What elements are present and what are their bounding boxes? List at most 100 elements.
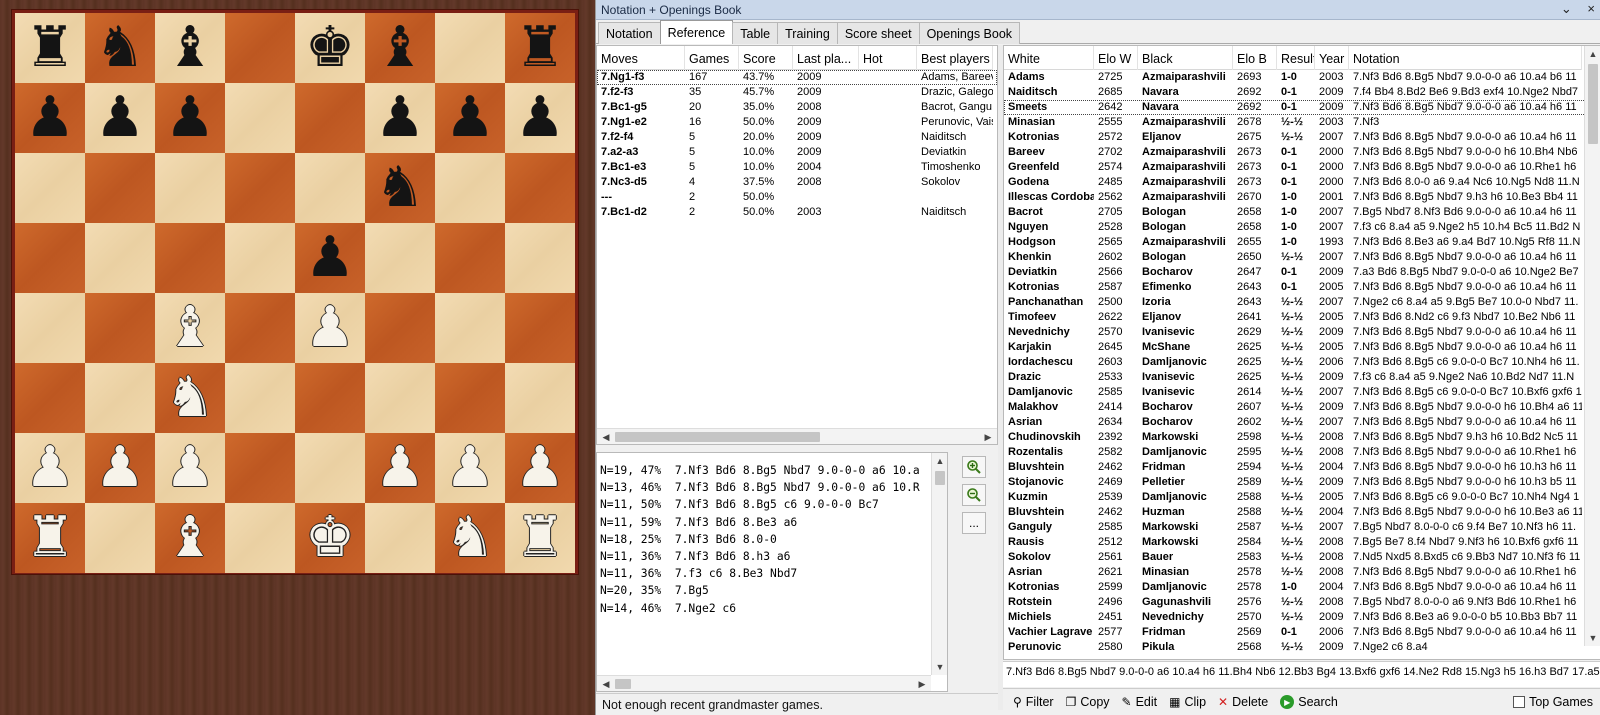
table-row[interactable]: 7.Ng1-f3 167 43.7% 2009 Adams, Bareev (597, 70, 997, 85)
square-f1[interactable] (365, 503, 435, 573)
square-b5[interactable] (85, 223, 155, 293)
square-a3[interactable] (15, 363, 85, 433)
black-knight-icon[interactable]: ♞ (375, 160, 425, 216)
column-header[interactable]: Last pla... (793, 46, 859, 70)
white-bishop-icon[interactable]: ♝ (165, 510, 215, 566)
column-header[interactable]: White (1004, 46, 1094, 70)
close-icon[interactable]: × (1587, 1, 1595, 16)
black-knight-icon[interactable]: ♞ (95, 20, 145, 76)
table-row[interactable]: Vachier Lagrave 2577 Fridman 2569 0-1 2006 7.N… (1004, 625, 1600, 640)
column-header[interactable]: Moves (597, 46, 685, 70)
black-pawn-icon[interactable]: ♟ (375, 90, 425, 146)
square-h1[interactable]: ♜ (505, 503, 575, 573)
square-b2[interactable]: ♟ (85, 433, 155, 503)
square-d6[interactable] (225, 153, 295, 223)
table-row[interactable]: Perunovic 2580 Pikula 2568 ½-½ 2009 7.Nge2 c6 … (1004, 640, 1600, 655)
black-pawn-icon[interactable]: ♟ (515, 90, 565, 146)
square-e4[interactable]: ♟ (295, 293, 365, 363)
square-d8[interactable] (225, 13, 295, 83)
white-pawn-icon[interactable]: ♟ (375, 440, 425, 496)
title-bar[interactable]: Notation + Openings Book ⌄ × (596, 0, 1600, 20)
scroll-up-icon[interactable]: ▲ (1586, 47, 1600, 61)
table-row[interactable]: Nguyen 2528 Bologan 2658 1-0 2007 7.f3 c6 8.a4… (1004, 220, 1600, 235)
square-c8[interactable]: ♝ (155, 13, 225, 83)
scroll-thumb[interactable] (615, 432, 820, 442)
square-b3[interactable] (85, 363, 155, 433)
column-header[interactable]: Best players (917, 46, 993, 70)
table-row[interactable]: Illescas Cordoba 2562 Azmaiparashvili 2670 1… (1004, 190, 1600, 205)
square-f5[interactable] (365, 223, 435, 293)
white-bishop-icon[interactable]: ♝ (165, 300, 215, 356)
square-e6[interactable] (295, 153, 365, 223)
tab-reference[interactable]: Reference (659, 20, 734, 44)
table-row[interactable]: Ganguly 2585 Markowski 2587 ½-½ 2007 7.Bg5 Nbd… (1004, 520, 1600, 535)
table-row[interactable]: 7.Ng1-e2 16 50.0% 2009 Perunovic, Vais (597, 115, 997, 130)
square-g3[interactable] (435, 363, 505, 433)
edit-button[interactable]: ✎ Edit (1122, 695, 1158, 709)
black-pawn-icon[interactable]: ♟ (305, 230, 355, 286)
square-d4[interactable] (225, 293, 295, 363)
square-a7[interactable]: ♟ (15, 83, 85, 153)
black-rook-icon[interactable]: ♜ (515, 20, 565, 76)
square-e3[interactable] (295, 363, 365, 433)
table-row[interactable]: Hodgson 2565 Azmaiparashvili 2655 1-0 1993 7.N… (1004, 235, 1600, 250)
table-row[interactable]: Rozentalis 2582 Damljanovic 2595 ½-½ 2008 7.Nf… (1004, 445, 1600, 460)
white-pawn-icon[interactable]: ♟ (445, 440, 495, 496)
table-row[interactable]: 7.f2-f3 35 45.7% 2009 Drazic, Galego (597, 85, 997, 100)
square-e2[interactable] (295, 433, 365, 503)
scroll-down-icon[interactable]: ▼ (1586, 631, 1600, 645)
table-row[interactable]: Bacrot 2705 Bologan 2658 1-0 2007 7.Bg5 Nbd7 8… (1004, 205, 1600, 220)
square-g4[interactable] (435, 293, 505, 363)
table-row[interactable]: --- 2 50.0% (597, 190, 997, 205)
table-row[interactable]: Chudinovskih 2392 Markowski 2598 ½-½ 2008 7.Nf… (1004, 430, 1600, 445)
square-d7[interactable] (225, 83, 295, 153)
table-row[interactable]: 7.f2-f4 5 20.0% 2009 Naiditsch (597, 130, 997, 145)
table-row[interactable]: Stojanovic 2469 Pelletier 2589 ½-½ 2009 7.Nf3 … (1004, 475, 1600, 490)
square-f3[interactable] (365, 363, 435, 433)
square-e5[interactable]: ♟ (295, 223, 365, 293)
more-options-button[interactable]: ... (962, 512, 986, 534)
table-row[interactable]: Rotstein 2496 Gagunashvili 2576 ½-½ 2008 7.Bg5… (1004, 595, 1600, 610)
scroll-down-icon[interactable]: ▼ (933, 660, 947, 674)
table-row[interactable]: Panchanathan 2500 Izoria 2643 ½-½ 2007 7.Nge2 … (1004, 295, 1600, 310)
search-button[interactable]: ▶ Search (1280, 695, 1338, 709)
square-d1[interactable] (225, 503, 295, 573)
column-header[interactable]: Score (739, 46, 793, 70)
table-row[interactable]: Timofeev 2622 Eljanov 2641 ½-½ 2005 7.Nf3 Bd6 … (1004, 310, 1600, 325)
square-d5[interactable] (225, 223, 295, 293)
square-e1[interactable]: ♚ (295, 503, 365, 573)
square-c6[interactable] (155, 153, 225, 223)
white-knight-icon[interactable]: ♞ (165, 370, 215, 426)
column-header[interactable]: Black (1138, 46, 1233, 70)
scroll-right-icon[interactable]: ▶ (915, 677, 929, 691)
table-row[interactable]: Bluvshtein 2462 Fridman 2594 ½-½ 2004 7.Nf3 Bd… (1004, 460, 1600, 475)
moves-hscrollbar[interactable]: ◀ ▶ (597, 428, 997, 444)
square-a6[interactable] (15, 153, 85, 223)
square-c2[interactable]: ♟ (155, 433, 225, 503)
book-line[interactable]: N=11, 36% 7.f3 c6 8.Be3 Nbd7 (600, 565, 920, 582)
scroll-left-icon[interactable]: ◀ (599, 430, 613, 444)
table-row[interactable]: Khenkin 2602 Bologan 2650 ½-½ 2007 7.Nf3 Bd6 8… (1004, 250, 1600, 265)
square-h8[interactable]: ♜ (505, 13, 575, 83)
square-b1[interactable] (85, 503, 155, 573)
table-row[interactable]: Kuzmin 2539 Damljanovic 2588 ½-½ 2005 7.Nf3 Bd… (1004, 490, 1600, 505)
square-b7[interactable]: ♟ (85, 83, 155, 153)
square-a8[interactable]: ♜ (15, 13, 85, 83)
table-row[interactable]: Michiels 2451 Nevednichy 2570 ½-½ 2009 7.Nf3 B… (1004, 610, 1600, 625)
scroll-thumb[interactable] (935, 471, 945, 485)
black-rook-icon[interactable]: ♜ (25, 20, 75, 76)
black-bishop-icon[interactable]: ♝ (165, 20, 215, 76)
column-header[interactable]: Elo B (1233, 46, 1277, 70)
square-c1[interactable]: ♝ (155, 503, 225, 573)
square-d3[interactable] (225, 363, 295, 433)
square-f2[interactable]: ♟ (365, 433, 435, 503)
white-pawn-icon[interactable]: ♟ (165, 440, 215, 496)
scroll-right-icon[interactable]: ▶ (981, 430, 995, 444)
square-h6[interactable] (505, 153, 575, 223)
table-row[interactable]: Asrian 2634 Bocharov 2602 ½-½ 2007 7.Nf3 Bd6 8… (1004, 415, 1600, 430)
black-pawn-icon[interactable]: ♟ (25, 90, 75, 146)
black-pawn-icon[interactable]: ♟ (95, 90, 145, 146)
clip-button[interactable]: ▦ Clip (1169, 695, 1206, 709)
book-line[interactable]: N=19, 47% 7.Nf3 Bd6 8.Bg5 Nbd7 9.0-0-0 a… (600, 462, 920, 479)
chevron-down-icon[interactable]: ⌄ (1561, 1, 1572, 16)
